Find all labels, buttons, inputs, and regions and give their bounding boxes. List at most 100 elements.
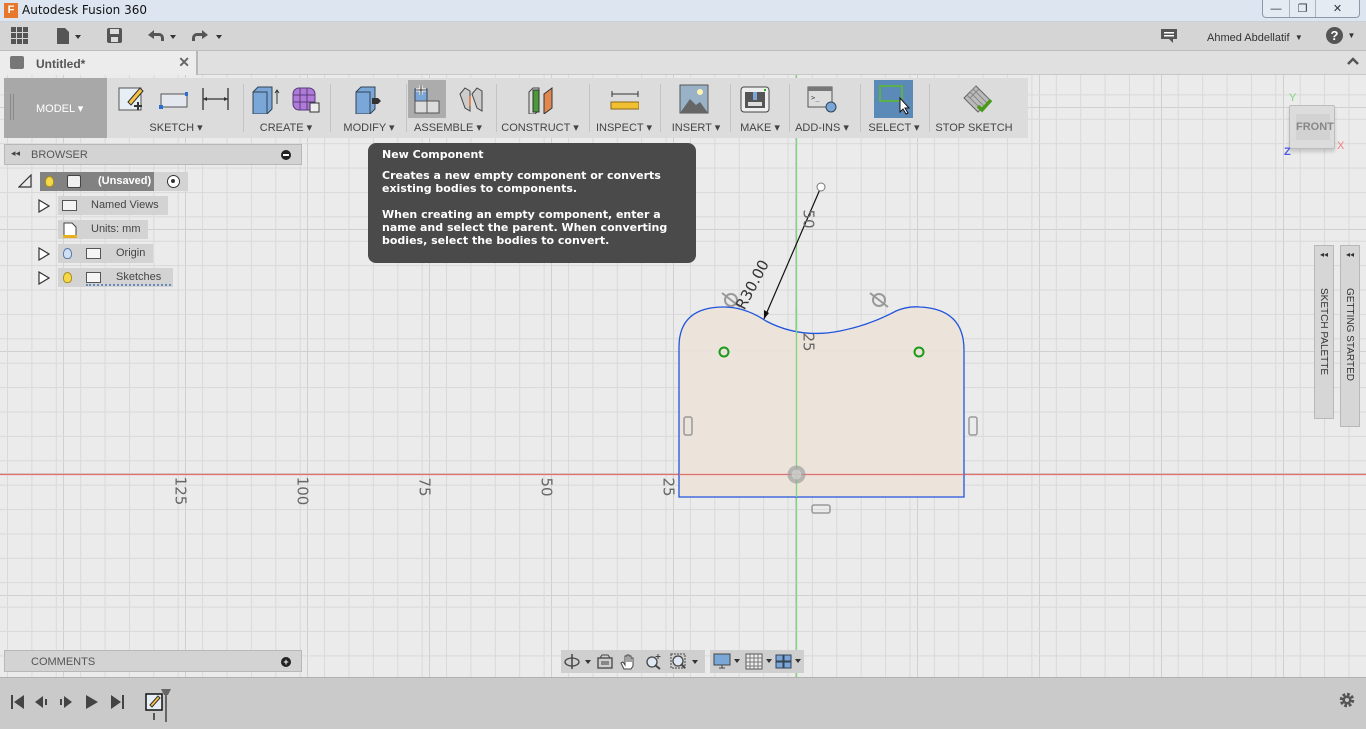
create-menu[interactable]: CREATE ▾ [246, 121, 326, 134]
vertical-constraint-icon[interactable] [968, 416, 978, 436]
axis-tick-label: 25 [799, 332, 818, 352]
joint-icon[interactable] [456, 84, 486, 114]
minimize-button[interactable]: — [1263, 0, 1289, 17]
minimize-browser-icon[interactable] [281, 150, 291, 160]
browser-root-item[interactable]: (Unsaved) [40, 172, 188, 191]
expand-panel-icon[interactable]: ◂◂ [1341, 250, 1359, 259]
scripts-addins-icon[interactable]: >_ [807, 84, 837, 114]
browser-item-origin[interactable]: Origin [58, 244, 153, 263]
expand-triangle-icon[interactable] [38, 198, 51, 216]
expand-triangle-icon[interactable] [38, 270, 51, 288]
make-menu[interactable]: MAKE ▾ [734, 121, 786, 134]
collapse-triangle-icon[interactable] [17, 173, 32, 191]
play-button[interactable] [84, 694, 100, 714]
expand-triangle-icon[interactable] [38, 246, 51, 264]
view-cube[interactable]: FRONT [1289, 105, 1335, 149]
dimension-icon[interactable] [200, 84, 230, 114]
timeline-marker[interactable] [160, 688, 172, 725]
data-panel-button[interactable] [11, 27, 29, 45]
separator [929, 84, 930, 132]
form-icon[interactable] [290, 84, 320, 114]
measure-icon[interactable] [609, 84, 639, 114]
collapse-toolbar-button[interactable] [1346, 54, 1360, 71]
visibility-bulb-icon[interactable] [45, 176, 54, 187]
extrude-icon[interactable] [250, 84, 280, 114]
redo-button[interactable] [190, 27, 224, 45]
construct-plane-icon[interactable] [526, 84, 556, 114]
create-group: CREATE ▾ [246, 78, 326, 138]
look-at-button[interactable] [595, 653, 615, 670]
modify-menu[interactable]: MODIFY ▾ [334, 121, 404, 134]
sketch-profile[interactable] [678, 306, 965, 498]
assemble-menu[interactable]: ASSEMBLE ▾ [408, 121, 488, 134]
insert-menu[interactable]: INSERT ▾ [664, 121, 728, 134]
skip-start-icon [11, 695, 24, 709]
insert-image-icon[interactable] [679, 84, 709, 114]
rectangle-icon[interactable] [158, 84, 188, 114]
activate-radio-icon[interactable] [167, 175, 180, 188]
new-component-button[interactable] [408, 80, 446, 118]
orbit-button[interactable] [563, 653, 593, 670]
timeline-settings-button[interactable] [1338, 691, 1356, 715]
go-to-start-button[interactable] [10, 694, 26, 714]
display-settings-button[interactable] [712, 653, 742, 670]
stop-sketch-icon[interactable] [962, 84, 992, 114]
dimension-handle[interactable] [816, 182, 826, 192]
make-group: MAKE ▾ [734, 78, 786, 138]
getting-started-panel[interactable]: ◂◂ GETTING STARTED [1340, 245, 1360, 427]
view-cube-front-face[interactable]: FRONT [1296, 114, 1334, 140]
browser-title: BROWSER [31, 149, 88, 161]
help-button[interactable]: ? ▼ [1326, 27, 1355, 45]
axis-tick-label: 50 [537, 477, 556, 497]
workspace-switcher[interactable]: MODEL ▾ [4, 78, 107, 138]
save-button[interactable] [106, 27, 124, 45]
comments-panel[interactable]: COMMENTS + [4, 650, 302, 672]
browser-item-units[interactable]: Units: mm [58, 220, 148, 239]
step-back-button[interactable] [34, 694, 50, 714]
skip-end-icon [111, 695, 124, 709]
collapse-browser-icon[interactable]: ◂◂ [11, 148, 20, 159]
step-forward-button[interactable] [59, 694, 75, 714]
close-tab-button[interactable]: ✕ [178, 54, 190, 71]
construct-group: CONSTRUCT ▾ [500, 78, 580, 138]
document-tab[interactable]: Untitled* ✕ [0, 51, 198, 75]
sketch-menu[interactable]: SKETCH ▾ [112, 121, 240, 134]
3d-print-icon[interactable] [740, 84, 770, 114]
tangent-constraint-icon[interactable] [869, 292, 889, 308]
inspect-menu[interactable]: INSPECT ▾ [592, 121, 656, 134]
select-cursor-icon [879, 85, 910, 115]
toolbar-grip[interactable] [10, 94, 14, 120]
viewports-button[interactable] [774, 653, 804, 670]
close-window-button[interactable]: ✕ [1315, 0, 1359, 17]
restore-button[interactable]: ❐ [1289, 0, 1315, 17]
sketch-palette-panel[interactable]: ◂◂ SKETCH PALETTE [1314, 245, 1334, 419]
select-button[interactable] [874, 80, 913, 118]
create-sketch-icon[interactable] [116, 84, 146, 114]
undo-icon [148, 30, 176, 41]
axis-tick-label: 100 [293, 476, 312, 506]
zoom-button[interactable] [644, 653, 664, 670]
browser-panel-header[interactable]: ◂◂ BROWSER [4, 144, 302, 165]
grid-settings-button[interactable] [744, 653, 774, 670]
undo-button[interactable] [146, 27, 178, 45]
separator [589, 84, 590, 132]
tooltip-instructions: When creating an empty component, enter … [382, 208, 668, 247]
horizontal-constraint-icon[interactable] [811, 504, 831, 514]
addins-menu[interactable]: ADD-INS ▾ [792, 121, 852, 134]
visibility-bulb-icon[interactable] [63, 272, 72, 283]
file-menu-button[interactable] [55, 27, 83, 45]
browser-item-sketches[interactable]: Sketches [58, 268, 173, 287]
go-to-end-button[interactable] [109, 694, 125, 714]
pan-button[interactable] [619, 653, 639, 670]
expand-panel-icon[interactable]: ◂◂ [1315, 250, 1333, 259]
browser-item-named-views[interactable]: Named Views [58, 196, 168, 215]
stop-sketch-button[interactable]: STOP SKETCH [934, 122, 1014, 134]
visibility-bulb-icon[interactable] [63, 248, 72, 259]
notifications-button[interactable] [1160, 27, 1178, 45]
fit-button[interactable] [669, 653, 701, 670]
user-menu[interactable]: Ahmed Abdellatif ▼ [1207, 29, 1303, 47]
construct-menu[interactable]: CONSTRUCT ▾ [500, 121, 580, 134]
press-pull-icon[interactable] [352, 84, 382, 114]
select-menu[interactable]: SELECT ▾ [864, 121, 924, 134]
add-comment-icon[interactable]: + [281, 657, 291, 667]
